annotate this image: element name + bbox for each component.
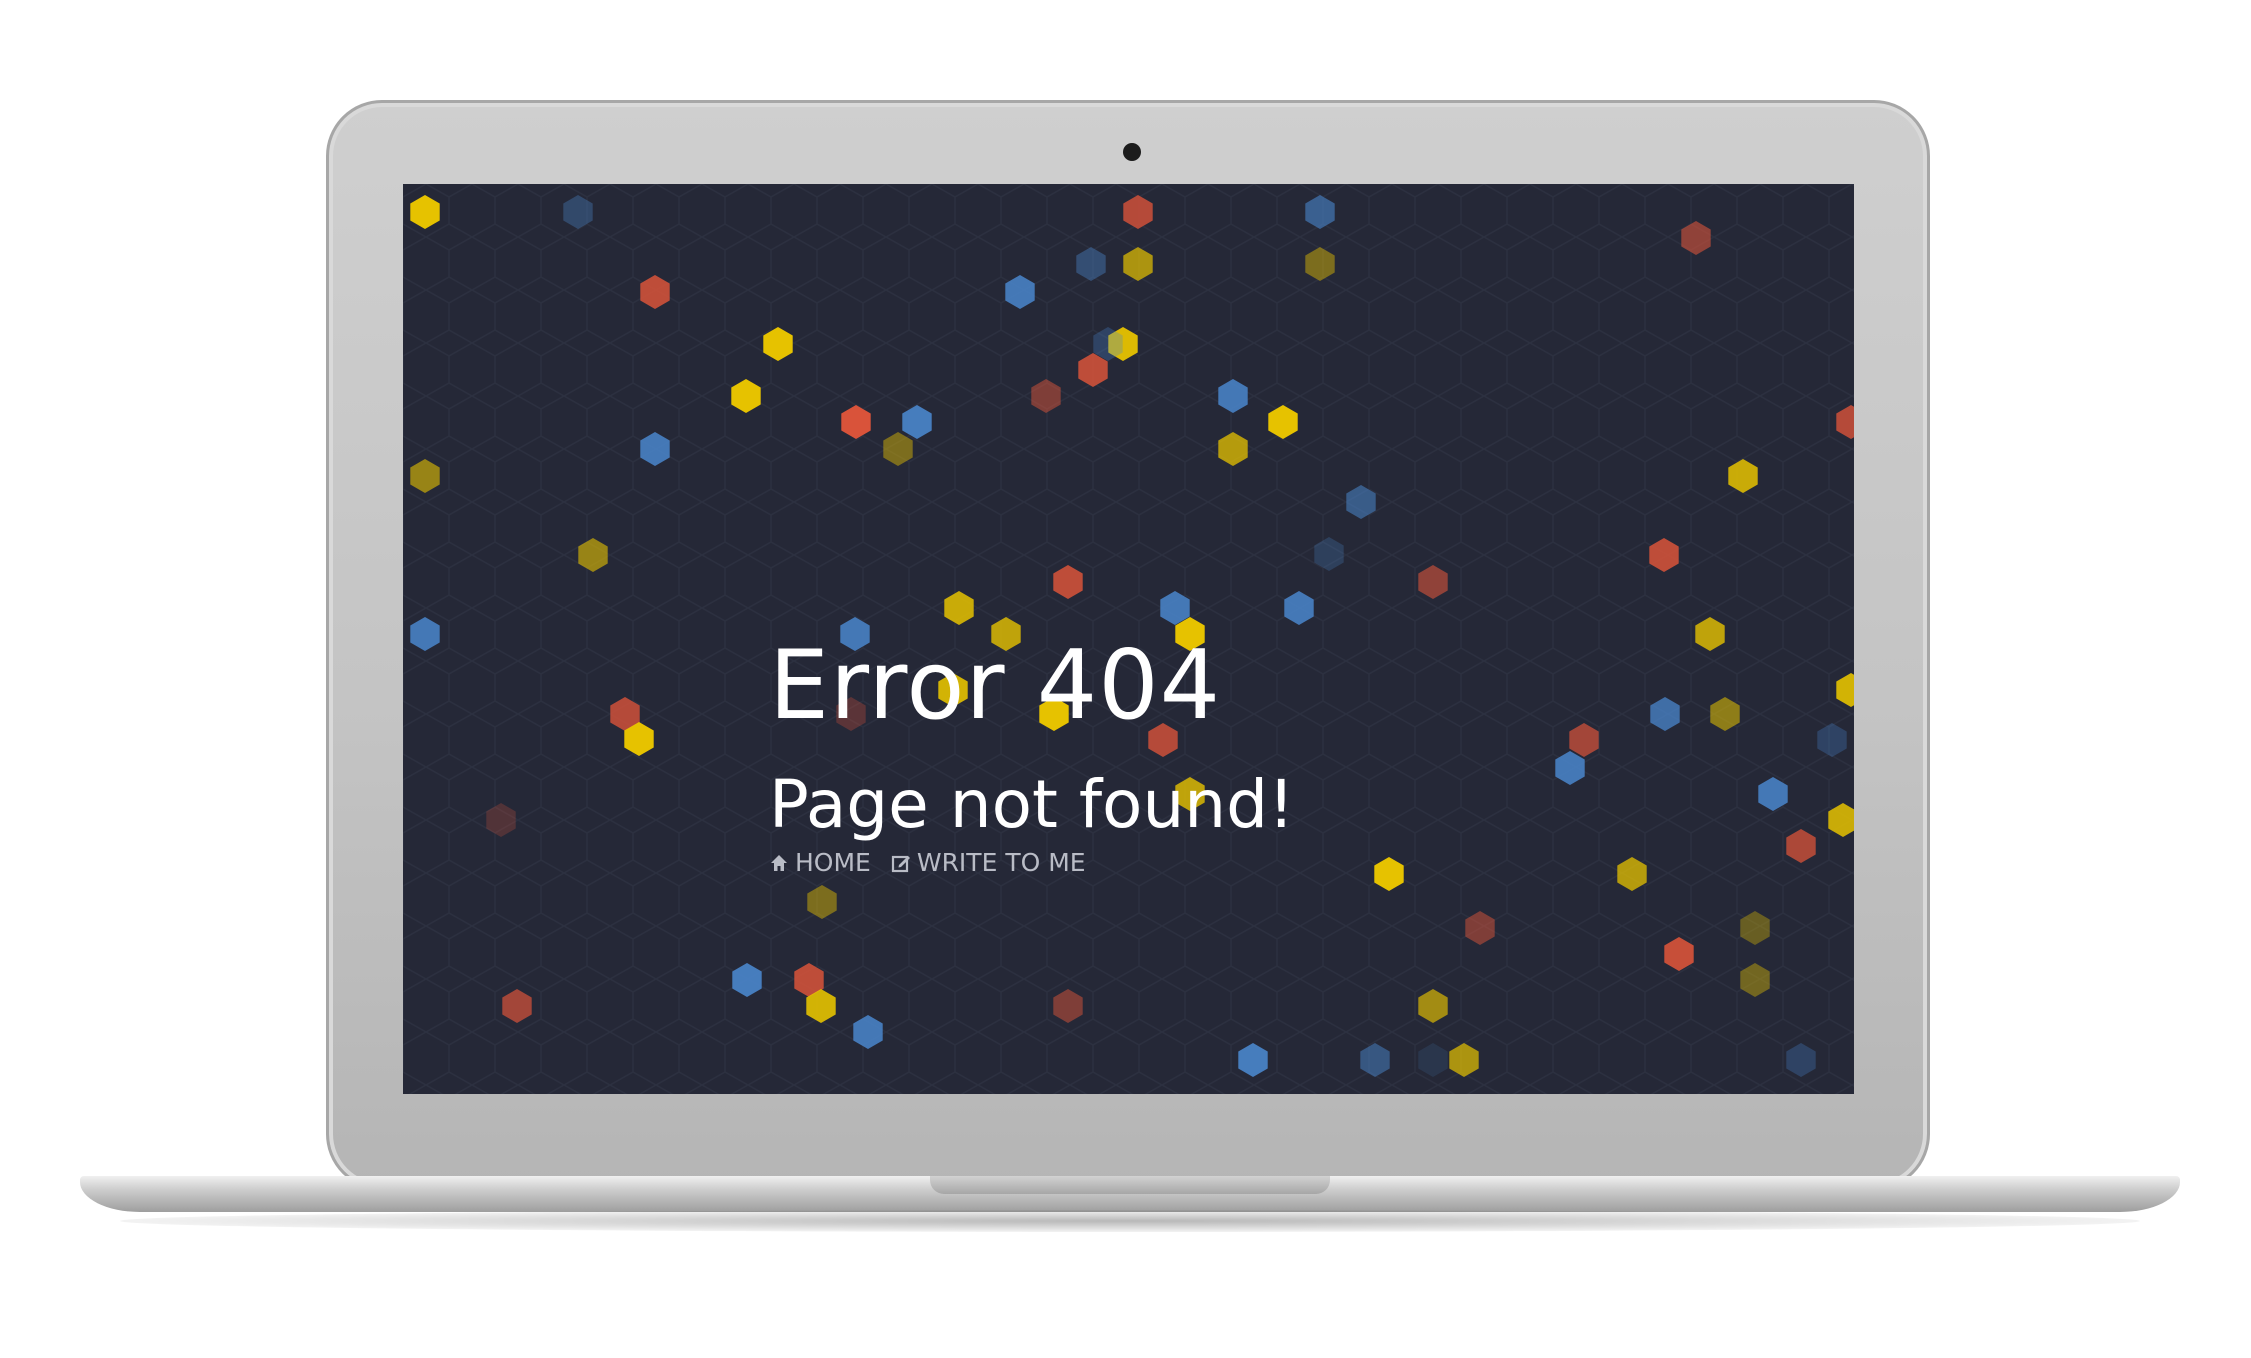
home-icon (771, 854, 787, 871)
page-not-found-message: Page not found! (769, 766, 1295, 843)
home-link[interactable]: HOME (769, 848, 871, 877)
home-link-label: HOME (795, 848, 871, 877)
screen: Error 404 Page not found! HOME WRITE TO … (403, 184, 1854, 1094)
error-title: Error 404 (769, 631, 1222, 741)
laptop-shadow (120, 1210, 2140, 1232)
edit-icon (891, 855, 910, 872)
camera-dot (1123, 143, 1141, 161)
write-to-me-link-label: WRITE TO ME (916, 848, 1086, 877)
write-to-me-link[interactable]: WRITE TO ME (891, 848, 1086, 877)
nav-links: HOME WRITE TO ME (769, 848, 1294, 877)
error-content: Error 404 Page not found! HOME WRITE TO … (769, 631, 1295, 878)
laptop-base-notch (930, 1176, 1330, 1194)
